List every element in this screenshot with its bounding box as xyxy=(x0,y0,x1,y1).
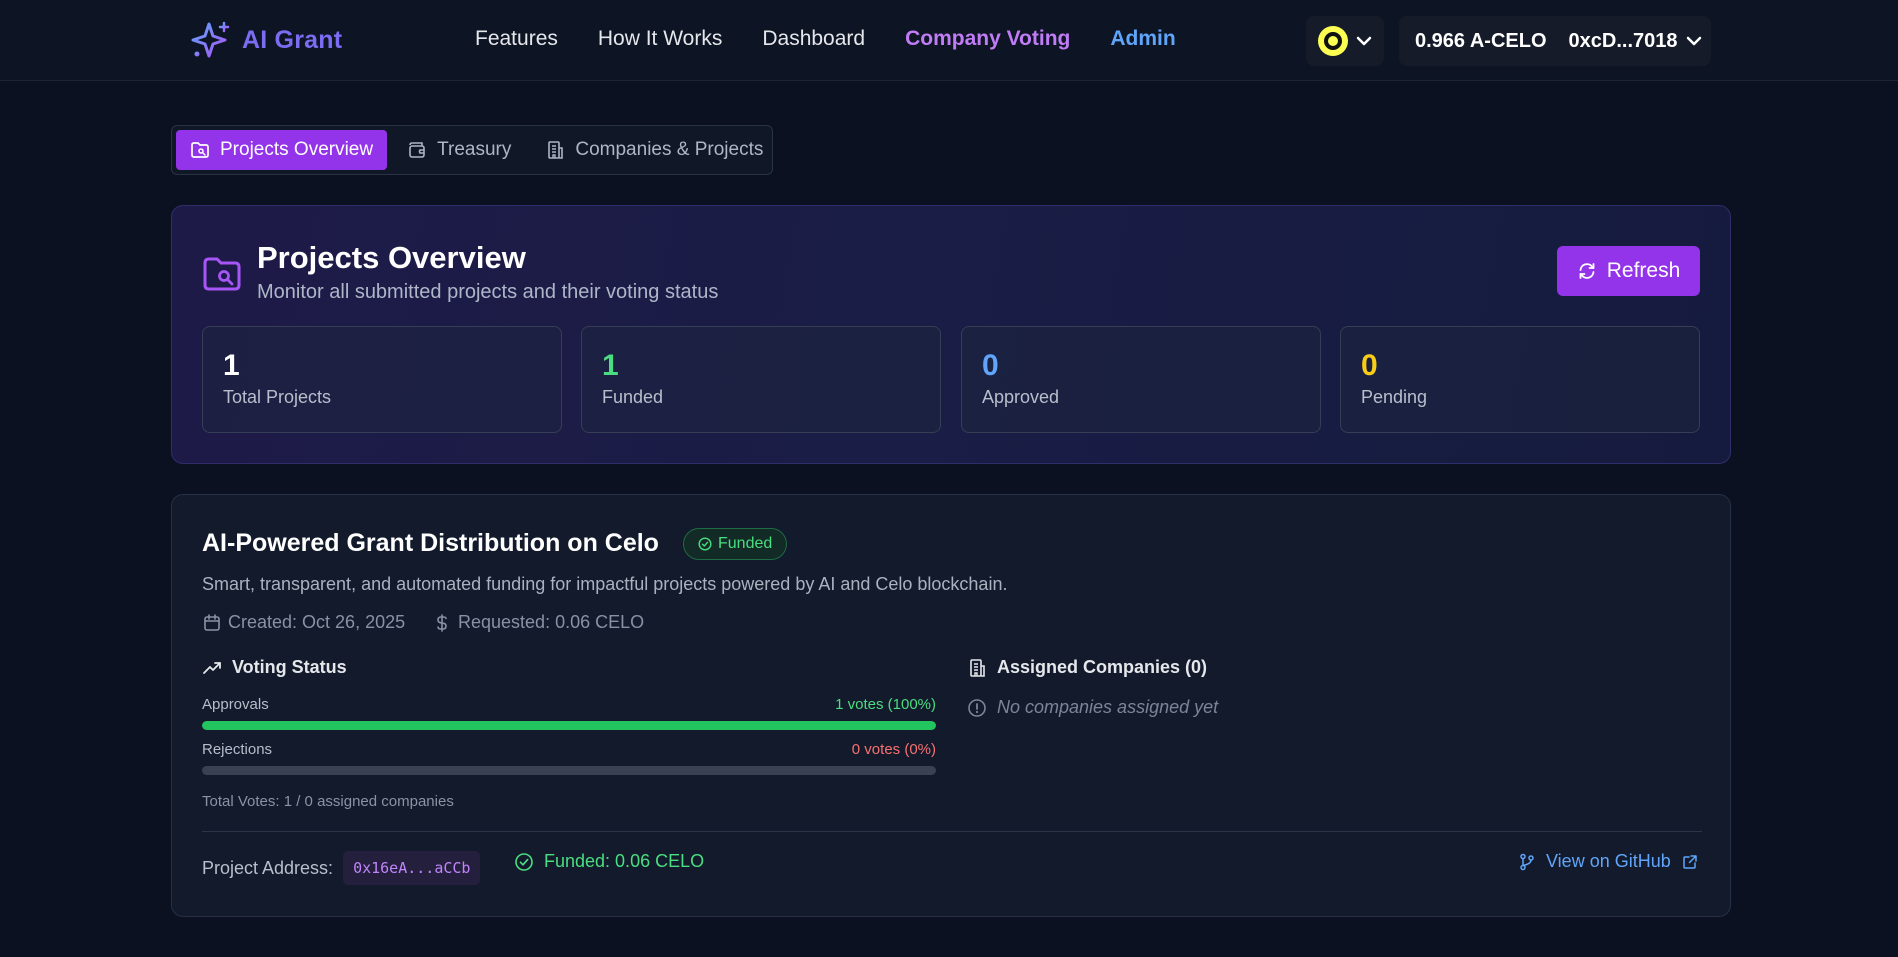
stat-funded: 1 Funded xyxy=(581,326,941,433)
wallet-icon xyxy=(409,142,425,158)
refresh-icon xyxy=(1579,263,1595,279)
nav-features[interactable]: Features xyxy=(475,27,558,51)
tab-label: Companies & Projects xyxy=(575,139,764,160)
check-circle-icon xyxy=(698,537,712,551)
funded-note: Funded: 0.06 CELO xyxy=(514,851,704,872)
funded-note-group: Funded: 0.06 CELO xyxy=(514,851,704,872)
requested-text: Requested: 0.06 CELO xyxy=(458,612,645,632)
nav-company-voting[interactable]: Company Voting xyxy=(905,27,1070,51)
rejections-bar xyxy=(202,766,936,775)
stat-total-projects: 1 Total Projects xyxy=(202,326,562,433)
nav-how-it-works[interactable]: How It Works xyxy=(598,27,722,51)
approvals-value: 1 votes (100%) xyxy=(835,696,936,713)
stat-label: Total Projects xyxy=(223,387,332,407)
brand-name: AI Grant xyxy=(242,25,343,54)
tab-companies-projects[interactable]: Companies & Projects xyxy=(531,130,777,170)
chevron-down-icon xyxy=(1356,36,1372,46)
tab-label: Projects Overview xyxy=(220,139,374,160)
assigned-companies-heading: Assigned Companies (0) xyxy=(967,657,1207,678)
tab-projects-overview[interactable]: Projects Overview xyxy=(176,130,388,170)
project-address-row: Project Address: 0x16eA...aCCb xyxy=(202,851,481,885)
project-address[interactable]: 0x16eA...aCCb xyxy=(343,851,481,885)
project-title: AI-Powered Grant Distribution on Celo xyxy=(202,529,659,557)
info-icon xyxy=(968,698,986,717)
section-tabs: Projects Overview Treasury Companies & P… xyxy=(171,125,773,175)
no-companies-text: No companies assigned yet xyxy=(997,697,1219,717)
tab-treasury[interactable]: Treasury xyxy=(393,130,525,170)
refresh-button[interactable]: Refresh xyxy=(1557,246,1700,296)
calendar-icon xyxy=(204,613,220,631)
nav-admin[interactable]: Admin xyxy=(1110,27,1175,51)
nav-dashboard[interactable]: Dashboard xyxy=(762,27,865,51)
wallet-address: 0xcD...7018 xyxy=(1568,29,1678,52)
folder-icon xyxy=(191,142,209,158)
stat-approved: 0 Approved xyxy=(961,326,1321,433)
stat-value: 0 xyxy=(1361,349,1378,382)
funded-note-text: Funded: 0.06 CELO xyxy=(544,851,705,871)
page-title: Projects Overview xyxy=(257,240,526,275)
github-link-label: View on GitHub xyxy=(1546,851,1671,871)
project-address-label: Project Address: xyxy=(202,857,334,878)
view-on-github-link[interactable]: View on GitHub xyxy=(1518,851,1699,872)
tab-label: Treasury xyxy=(437,139,512,160)
dollar-icon xyxy=(437,613,447,632)
git-branch-icon xyxy=(1520,853,1534,870)
approvals-label: Approvals xyxy=(202,696,269,713)
rejections-label: Rejections xyxy=(202,741,273,758)
building-icon xyxy=(970,658,985,677)
check-circle-icon xyxy=(515,852,533,871)
status-badge: Funded xyxy=(683,528,788,560)
requested-amount: Requested: 0.06 CELO xyxy=(432,612,644,633)
projects-overview-card: Projects Overview Monitor all submitted … xyxy=(171,205,1731,464)
page-subtitle: Monitor all submitted projects and their… xyxy=(257,281,719,303)
approvals-bar-fill xyxy=(202,721,936,730)
main-nav: Features How It Works Dashboard Company … xyxy=(475,27,1176,51)
wallet-address-group: 0xcD...7018 xyxy=(1569,30,1702,53)
status-text: Funded xyxy=(718,535,773,552)
trending-up-icon xyxy=(203,661,221,674)
stat-pending: 0 Pending xyxy=(1340,326,1700,433)
stat-label: Funded xyxy=(602,387,664,407)
stat-value: 1 xyxy=(223,349,240,382)
stat-label: Pending xyxy=(1361,387,1428,407)
voting-status-heading: Voting Status xyxy=(202,657,347,678)
approvals-bar xyxy=(202,721,936,730)
external-link-icon xyxy=(1682,854,1697,869)
divider xyxy=(202,831,1702,832)
voting-status-label: Voting Status xyxy=(232,657,347,677)
chevron-down-icon xyxy=(1686,36,1701,46)
assigned-companies-label: Assigned Companies (0) xyxy=(997,657,1208,677)
folder-search-icon xyxy=(203,257,241,291)
github-link-row: View on GitHub xyxy=(1518,851,1699,872)
no-companies-message: No companies assigned yet xyxy=(967,697,1218,718)
wallet-account-button[interactable]: 0.966 A-CELO 0xcD...7018 xyxy=(1399,16,1711,66)
stat-label: Approved xyxy=(982,387,1060,407)
project-description: Smart, transparent, and automated fundin… xyxy=(202,574,1008,594)
top-navbar: AI Grant Features How It Works Dashboard… xyxy=(0,0,1898,81)
wallet-balance: 0.966 A-CELO xyxy=(1415,29,1547,52)
created-text: Created: Oct 26, 2025 xyxy=(228,612,406,632)
brand-logo[interactable]: AI Grant xyxy=(190,20,342,60)
project-card: AI-Powered Grant Distribution on Celo Fu… xyxy=(171,494,1731,917)
rejections-value: 0 votes (0%) xyxy=(851,741,936,758)
created-date: Created: Oct 26, 2025 xyxy=(202,612,405,633)
stat-value: 0 xyxy=(982,349,999,382)
chain-selector-button[interactable] xyxy=(1306,16,1384,66)
celo-logo-icon xyxy=(1318,26,1348,56)
stat-value: 1 xyxy=(602,349,619,382)
refresh-label: Refresh xyxy=(1606,259,1681,282)
total-votes: Total Votes: 1 / 0 assigned companies xyxy=(202,793,454,810)
building-icon xyxy=(548,141,564,159)
sparkle-icon xyxy=(191,21,230,58)
